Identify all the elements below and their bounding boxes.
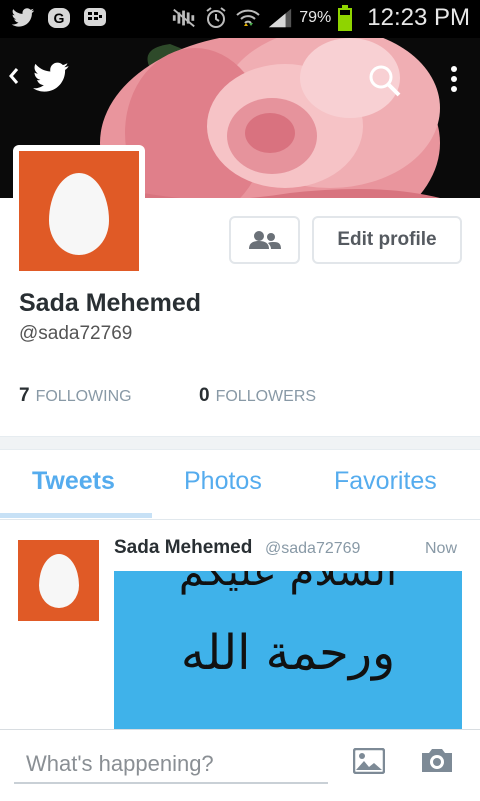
- tweet-composer-bar: What's happening?: [0, 729, 480, 801]
- profile-avatar[interactable]: [13, 145, 145, 277]
- overflow-menu-icon[interactable]: [446, 62, 462, 102]
- twitter-notification-icon: [10, 6, 36, 30]
- tweet-author-name[interactable]: Sada Mehemed: [114, 537, 252, 559]
- camera-icon[interactable]: [420, 746, 454, 779]
- compose-input[interactable]: What's happening?: [14, 744, 328, 784]
- active-tab-indicator: [0, 513, 152, 518]
- tab-favorites[interactable]: Favorites: [334, 467, 437, 496]
- edit-profile-button[interactable]: Edit profile: [312, 216, 462, 264]
- wifi-icon: [235, 6, 261, 30]
- profile-handle: @sada72769: [19, 323, 133, 344]
- tweet-media-image[interactable]: السلام عليكم ورحمة الله: [114, 571, 462, 731]
- followers-count: 0: [199, 385, 210, 406]
- battery-percent: 79%: [299, 9, 332, 26]
- alarm-icon: [203, 6, 229, 30]
- media-text-line1: السلام عليكم: [178, 571, 398, 595]
- gmail-icon: G: [46, 6, 72, 30]
- mute-icon: [171, 6, 197, 30]
- people-button[interactable]: [229, 216, 300, 264]
- bbm-icon: [82, 6, 108, 30]
- media-text-line2: ورحمة الله: [180, 625, 396, 681]
- tweet-timestamp: Now: [425, 540, 458, 557]
- photo-icon[interactable]: [352, 747, 386, 779]
- egg-icon: [49, 173, 109, 255]
- profile-name: Sada Mehemed: [19, 289, 202, 317]
- clock: 12:23 PM: [367, 4, 470, 31]
- people-icon: [248, 231, 281, 249]
- tweet-author-handle: @sada72769: [265, 540, 361, 557]
- tab-photos[interactable]: Photos: [184, 467, 262, 496]
- avatar: [19, 151, 139, 271]
- signal-icon: [267, 6, 293, 30]
- egg-icon: [39, 554, 79, 608]
- twitter-bird-icon[interactable]: [32, 62, 70, 99]
- followers-stat[interactable]: 0 FOLLOWERS: [199, 385, 316, 407]
- profile-stats: 7 FOLLOWING 0 FOLLOWERS: [19, 385, 316, 407]
- search-icon[interactable]: [368, 64, 402, 103]
- tab-tweets[interactable]: Tweets: [32, 467, 115, 496]
- followers-label: FOLLOWERS: [215, 388, 317, 405]
- svg-text:G: G: [54, 10, 65, 26]
- section-divider: [0, 436, 480, 450]
- following-label: FOLLOWING: [35, 388, 132, 405]
- status-bar: G 79% 12:23 PM: [0, 0, 480, 38]
- following-count: 7: [19, 385, 30, 406]
- profile-tabs: Tweets Photos Favorites: [0, 449, 480, 520]
- back-icon[interactable]: [8, 66, 20, 92]
- tweet-avatar[interactable]: [18, 540, 99, 621]
- following-stat[interactable]: 7 FOLLOWING: [19, 385, 199, 407]
- battery-icon: [337, 5, 353, 31]
